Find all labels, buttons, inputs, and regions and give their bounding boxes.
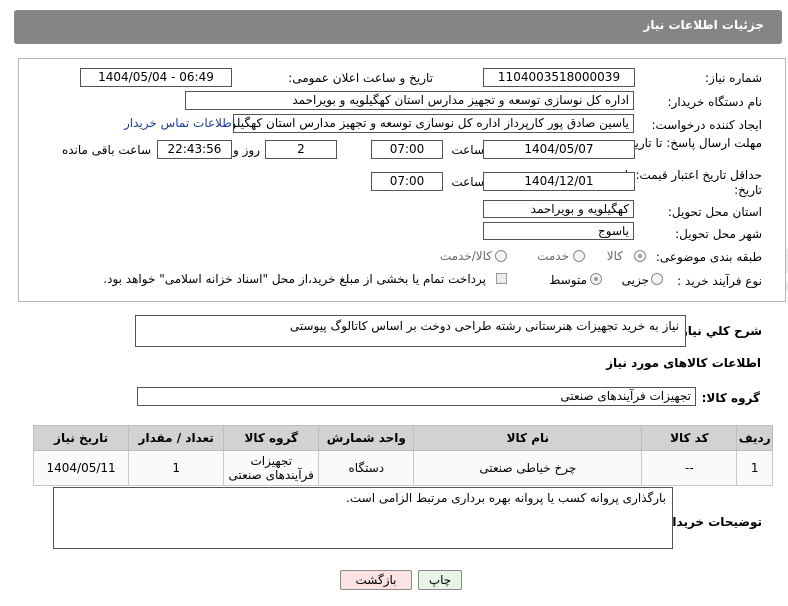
- need-description-text: نیاز به خرید تجهیزات هنرستانی رشته طراحی…: [289, 319, 679, 333]
- page-header: جزئیات اطلاعات نیاز: [14, 10, 782, 44]
- process-type-label: نوع فرآیند خرید :: [677, 274, 762, 288]
- goods-group-field: تجهیزات فرآیندهای صنعتی: [137, 387, 696, 406]
- reply-hour-label: ساعت: [451, 143, 484, 157]
- need-number-label: شماره نیاز:: [705, 71, 762, 85]
- table-header-row: ردیف کد کالا نام کالا واحد شمارش گروه کا…: [32, 425, 773, 451]
- delivery-province-label: استان محل تحویل:: [667, 205, 762, 219]
- reply-date-field: 1404/05/07: [483, 140, 635, 159]
- treasury-payment-note: پرداخت تمام یا بخشی از مبلغ خرید،از محل …: [103, 272, 486, 286]
- process-medium-label: متوسط: [549, 273, 587, 287]
- process-medium-radio[interactable]: [590, 273, 602, 285]
- goods-code-cell: --: [641, 450, 738, 486]
- need-number-field: 1104003518000039: [483, 68, 635, 87]
- buyer-org-field: اداره کل نوسازی توسعه و تجهیز مدارس استا…: [185, 91, 634, 110]
- requester-field: یاسین صادق پور کارپرداز اداره کل نوسازی …: [233, 114, 634, 133]
- validity-hour-label: ساعت: [451, 175, 484, 189]
- day-and-label: روز و: [233, 143, 260, 157]
- col-quantity: تعداد / مقدار: [128, 425, 225, 451]
- back-button[interactable]: بازگشت: [340, 570, 412, 590]
- quantity-cell: 1: [128, 450, 225, 486]
- remaining-time-field: 22:43:56: [157, 140, 232, 159]
- col-goods-group: گروه کالا: [223, 425, 320, 451]
- delivery-city-field: یاسوج: [483, 222, 634, 240]
- validity-time-field: 07:00: [371, 172, 443, 191]
- category-goods-service-radio[interactable]: [495, 250, 507, 262]
- subject-category-label: طبقه بندی موضوعی:: [655, 250, 762, 264]
- category-goods-label: کالا: [606, 249, 623, 263]
- page-title: جزئیات اطلاعات نیاز: [643, 18, 764, 32]
- buyer-org-label: نام دستگاه خریدار:: [667, 95, 763, 109]
- hours-remaining-label: ساعت باقی مانده: [61, 143, 151, 157]
- col-goods-name: نام کالا: [413, 425, 643, 451]
- need-description-textarea: نیاز به خرید تجهیزات هنرستانی رشته طراحی…: [135, 315, 686, 347]
- reply-days-field: 2: [265, 140, 337, 159]
- goods-group-cell: تجهیزات فرآیندهای صنعتی: [223, 450, 320, 486]
- col-unit: واحد شمارش: [318, 425, 415, 451]
- buyer-contact-link[interactable]: اطلاعات تماس خریدار: [124, 116, 235, 130]
- goods-group-label: گروه کالا:: [701, 391, 760, 405]
- goods-table: ردیف کد کالا نام کالا واحد شمارش گروه کا…: [32, 425, 773, 486]
- category-service-label: خدمت: [537, 249, 569, 263]
- col-goods-code: کد کالا: [641, 425, 738, 451]
- delivery-province-field: کهگیلویه و بویراحمد: [483, 200, 634, 218]
- announce-datetime-field: 1404/05/04 - 06:49: [80, 68, 232, 87]
- reply-time-field: 07:00: [371, 140, 443, 159]
- announce-datetime-label: تاریخ و ساعت اعلان عمومی:: [288, 71, 433, 85]
- buyer-notes-textarea: بارگذاری پروانه کسب یا پروانه بهره بردار…: [53, 487, 673, 549]
- print-button[interactable]: چاپ: [418, 570, 462, 590]
- goods-name-cell: چرخ خیاطی صنعتی: [413, 450, 643, 486]
- treasury-payment-checkbox[interactable]: [496, 273, 507, 284]
- delivery-city-label: شهر محل تحویل:: [675, 227, 762, 241]
- need-description-label: شرح كلي نياز:: [676, 324, 762, 338]
- validity-date-field: 1404/12/01: [483, 172, 635, 191]
- buyer-notes-label: توضیحات خریدار:: [660, 515, 762, 529]
- buyer-notes-text: بارگذاری پروانه کسب یا پروانه بهره بردار…: [346, 491, 666, 505]
- need-date-cell: 1404/05/11: [32, 450, 130, 486]
- table-row: 1 -- چرخ خیاطی صنعتی دستگاه تجهیزات فرآی…: [32, 450, 773, 486]
- goods-info-title: اطلاعات کالاهای مورد نیاز: [606, 356, 761, 370]
- category-goods-service-label: کالا/خدمت: [439, 249, 492, 263]
- requester-label: ایجاد کننده درخواست:: [651, 118, 762, 132]
- process-minor-label: جزیی: [621, 273, 649, 287]
- unit-cell: دستگاه: [318, 450, 415, 486]
- col-row-number: ردیف: [736, 425, 773, 451]
- category-goods-radio[interactable]: [634, 250, 646, 262]
- col-need-date: تاریخ نیاز: [32, 425, 130, 451]
- category-service-radio[interactable]: [573, 250, 585, 262]
- row-number-cell: 1: [736, 450, 773, 486]
- process-minor-radio[interactable]: [651, 273, 663, 285]
- reply-deadline-label: مهلت ارسال پاسخ: تا تاریخ:: [623, 136, 762, 150]
